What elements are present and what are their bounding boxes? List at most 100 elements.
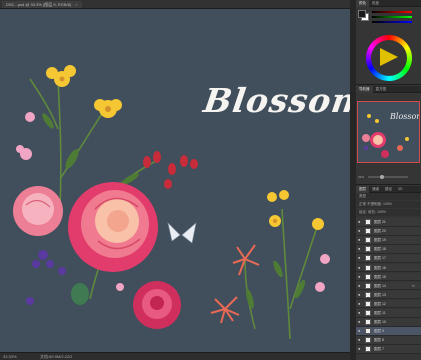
navigator-zoom-knob[interactable]	[380, 175, 384, 179]
red-slider[interactable]	[372, 11, 412, 13]
color-triangle[interactable]	[378, 46, 400, 68]
opacity-label: 不透明度:	[366, 202, 382, 206]
layer-name: 图层 13	[374, 292, 386, 297]
layer-row[interactable]: ● 图层 18	[356, 245, 421, 254]
layer-row[interactable]: ● 图层 10	[356, 318, 421, 327]
eye-icon[interactable]: ●	[358, 256, 362, 260]
lock-label: 锁定:	[359, 210, 367, 214]
eye-icon[interactable]: ●	[358, 311, 362, 315]
layer-name: 图层 21	[374, 220, 386, 224]
layer-row[interactable]: ● 图层 16	[356, 263, 421, 272]
eye-icon[interactable]: ●	[358, 220, 362, 224]
photoshop-window: DSC...psd @ 33.3% (图层 9, RGB/8) × Blosso…	[0, 0, 421, 360]
layer-name: 图层 12	[374, 301, 386, 306]
blue-slider[interactable]	[372, 21, 412, 23]
navigator-zoom-value[interactable]: 33%	[358, 175, 364, 179]
eye-icon[interactable]: ●	[358, 274, 362, 279]
layer-thumbnail	[365, 237, 371, 244]
layer-name: 图层 19	[374, 238, 386, 243]
tab-swatches[interactable]: 色板	[369, 0, 382, 7]
eye-icon[interactable]: ●	[358, 320, 362, 324]
fill-label: 填充:	[367, 210, 376, 214]
flower-artwork	[13, 65, 330, 340]
layer-row[interactable]: ● 图层 21	[356, 218, 421, 227]
navigator-panel-tabs: 导航器 直方图	[356, 86, 421, 93]
layer-thumbnail	[365, 319, 371, 326]
fill-value[interactable]: 100%	[377, 210, 386, 214]
layer-thumbnail	[365, 346, 371, 353]
eye-icon[interactable]: ●	[358, 301, 362, 306]
tab-histogram[interactable]: 直方图	[373, 86, 390, 93]
layer-name: 图层 7	[374, 347, 384, 352]
layer-row[interactable]: ● 图层 8	[356, 336, 421, 345]
layer-row[interactable]: ● 图层 13	[356, 290, 421, 300]
navigator-zoom-control[interactable]: 33%	[358, 175, 418, 179]
layer-name: 图层 8	[374, 338, 384, 343]
eye-icon[interactable]: ●	[358, 229, 362, 233]
lock-fill-row: 锁定: 填充: 100%	[357, 209, 420, 216]
tab-3d[interactable]: 3D	[395, 186, 405, 193]
layer-name: 图层 14	[374, 283, 386, 288]
layer-effects-badge[interactable]: fx	[412, 282, 415, 290]
document-tab-label: DSC...psd @ 33.3% (图层 9, RGB/8)	[6, 2, 72, 7]
layer-thumbnail	[365, 337, 371, 344]
document-canvas[interactable]: Blossom	[0, 9, 350, 352]
eye-icon[interactable]: ●	[358, 292, 362, 297]
green-slider[interactable]	[372, 16, 412, 18]
layer-name: 图层 11	[374, 311, 386, 315]
layer-name: 图层 9	[374, 329, 384, 334]
layer-row[interactable]: ● 图层 15	[356, 272, 421, 282]
layer-name: 图层 15	[374, 274, 386, 279]
eye-icon[interactable]: ●	[358, 283, 362, 288]
tab-color[interactable]: 颜色	[356, 0, 369, 7]
layer-row[interactable]: ● 图层 20	[356, 227, 421, 236]
layer-row[interactable]: ● 图层 17	[356, 254, 421, 263]
layer-thumbnail	[365, 300, 371, 307]
layer-thumbnail	[365, 310, 371, 316]
layer-thumbnail	[365, 255, 371, 262]
eye-icon[interactable]: ●	[358, 338, 362, 342]
navigator-thumbnail[interactable]: Blossom	[357, 101, 420, 163]
blend-mode-select[interactable]: 正常	[359, 202, 366, 206]
layer-thumbnail	[365, 273, 371, 280]
layer-row[interactable]: ● 图层 11	[356, 309, 421, 318]
layer-name: 图层 16	[374, 265, 386, 270]
layer-thumbnail	[365, 246, 371, 253]
tab-paths[interactable]: 路径	[382, 186, 395, 193]
layer-row[interactable]: ● 图层 19	[356, 236, 421, 245]
layer-thumbnail	[365, 219, 371, 225]
layer-thumbnail	[365, 264, 371, 271]
document-tab[interactable]: DSC...psd @ 33.3% (图层 9, RGB/8) ×	[2, 1, 82, 8]
layer-name: 图层 20	[374, 229, 386, 234]
opacity-value[interactable]: 100%	[383, 202, 392, 206]
tab-navigator[interactable]: 导航器	[356, 86, 373, 93]
layer-thumbnail	[365, 282, 371, 289]
layers-panel-tabs: 图层 通道 路径 3D	[356, 186, 421, 193]
blend-opacity-row: 正常 不透明度: 100%	[357, 201, 420, 208]
tab-layers[interactable]: 图层	[356, 186, 369, 193]
navigator-zoom-slider[interactable]	[368, 176, 408, 178]
layer-filter-row[interactable]: 类型	[357, 193, 420, 200]
layer-row[interactable]: ● 图层 14 fx	[356, 281, 421, 291]
layer-name: 图层 18	[374, 247, 386, 252]
document-tab-bar: DSC...psd @ 33.3% (图层 9, RGB/8) ×	[0, 0, 350, 9]
layer-row[interactable]: ● 图层 12	[356, 299, 421, 309]
layer-row[interactable]: ● 图层 9	[356, 327, 421, 336]
eye-icon[interactable]: ●	[358, 265, 362, 270]
eye-icon[interactable]: ●	[358, 329, 362, 333]
blossom-title-text: Blossom	[201, 81, 350, 120]
status-bar: 33.33% 文档:89.9M/2.22G	[0, 352, 350, 360]
eye-icon[interactable]: ●	[358, 347, 362, 351]
foreground-color-swatch[interactable]	[358, 10, 366, 18]
layer-thumbnail	[365, 228, 371, 235]
eye-icon[interactable]: ●	[358, 247, 362, 251]
tab-channels[interactable]: 通道	[369, 186, 382, 193]
zoom-readout[interactable]: 33.33%	[3, 353, 17, 360]
layer-kind-filter[interactable]: 类型	[359, 194, 366, 198]
eye-icon[interactable]: ●	[358, 238, 362, 242]
layer-name: 图层 17	[374, 256, 386, 261]
navigator-title-text: Blossom	[390, 112, 419, 121]
close-icon[interactable]: ×	[75, 2, 77, 7]
document-info[interactable]: 文档:89.9M/2.22G	[40, 353, 72, 360]
layer-row[interactable]: ● 图层 7	[356, 345, 421, 354]
